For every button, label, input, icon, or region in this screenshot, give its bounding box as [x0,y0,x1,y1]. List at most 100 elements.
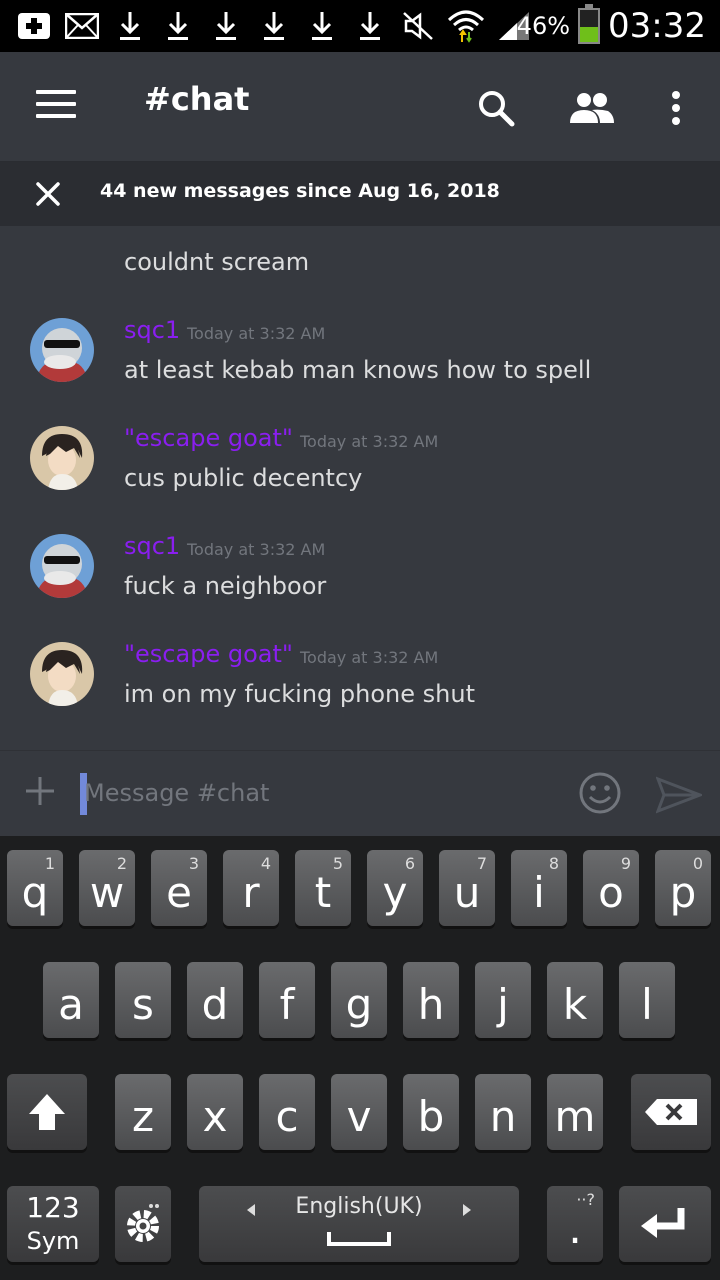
key-f[interactable]: f [259,962,315,1038]
avatar[interactable] [30,318,94,382]
settings-key[interactable] [115,1186,171,1262]
key-label: s [132,979,154,1029]
avatar[interactable] [30,534,94,598]
key-j[interactable]: j [475,962,531,1038]
key-label: g [345,979,373,1029]
message-text: fuck a neighboor [124,572,327,600]
key-h[interactable]: h [403,962,459,1038]
key-p[interactable]: 0p [655,850,711,926]
key-o[interactable]: 9o [583,850,639,926]
key-l[interactable]: l [619,962,675,1038]
key-z[interactable]: z [115,1074,171,1150]
key-label: . [568,1203,582,1253]
key-q[interactable]: 1q [7,850,63,926]
key-y[interactable]: 6y [367,850,423,926]
message[interactable]: sqc1 Today at 3:32 AM fuck a neighboor [0,532,720,634]
author-name[interactable]: sqc1 [124,532,180,560]
key-label: q [21,867,49,917]
key-label: z [131,1091,155,1141]
key-label: e [166,867,192,917]
key-hint: 1 [44,854,55,873]
author-name[interactable]: "escape goat" [124,640,293,668]
key-i[interactable]: 8i [511,850,567,926]
message[interactable]: "escape goat" Today at 3:32 AM cus publi… [0,424,720,526]
menu-icon[interactable] [36,90,76,122]
key-n[interactable]: n [475,1074,531,1150]
key-x[interactable]: x [187,1074,243,1150]
key-k[interactable]: k [547,962,603,1038]
key-label: h [417,979,445,1029]
key-label: y [382,867,408,917]
download-icon [346,6,394,46]
message[interactable]: sqc1 Today at 3:32 AM at least kebab man… [0,316,720,418]
key-hint: 8 [548,854,559,873]
key-label: d [201,979,229,1029]
download-icon [250,6,298,46]
enter-icon [641,1208,685,1238]
key-hint: 2 [116,854,127,873]
message-composer [0,750,720,836]
symbols-key[interactable]: 123 Sym [7,1186,99,1262]
add-attachment-icon[interactable] [24,775,56,807]
status-right: 46% 03:32 [517,0,706,52]
key-label: r [242,867,260,917]
key-label: n [489,1091,517,1141]
key-t[interactable]: 5t [295,850,351,926]
enter-key[interactable] [619,1186,711,1262]
mute-icon [394,6,442,46]
key-e[interactable]: 3e [151,850,207,926]
key-hint: 0 [692,854,703,873]
key-g[interactable]: g [331,962,387,1038]
gear-icon [127,1204,159,1242]
key-w[interactable]: 2w [79,850,135,926]
chevron-right-icon [463,1204,471,1216]
key-s[interactable]: s [115,962,171,1038]
shift-icon [29,1094,65,1130]
key-m[interactable]: m [547,1074,603,1150]
timestamp: Today at 3:32 AM [187,324,326,343]
channel-header: #chat [0,52,720,162]
key-label: x [202,1091,228,1141]
message-text: im on my fucking phone shut [124,680,475,708]
key-r[interactable]: 4r [223,850,279,926]
backspace-key[interactable] [631,1074,711,1150]
new-messages-banner[interactable]: 44 new messages since Aug 16, 2018 [0,162,720,226]
message-text: cus public decentcy [124,464,363,492]
key-d[interactable]: d [187,962,243,1038]
key-a[interactable]: a [43,962,99,1038]
period-key[interactable]: ··? . [547,1186,603,1262]
key-u[interactable]: 7u [439,850,495,926]
avatar[interactable] [30,642,94,706]
shift-key[interactable] [7,1074,87,1150]
battery-icon [578,4,601,44]
key-label: f [279,979,295,1029]
channel-title: #chat [144,80,250,118]
avatar[interactable] [30,426,94,490]
timestamp: Today at 3:32 AM [300,648,439,667]
key-c[interactable]: c [259,1074,315,1150]
search-icon[interactable] [470,82,522,134]
symbols-label: 123 Sym [26,1191,79,1257]
timestamp: Today at 3:32 AM [300,432,439,451]
space-key[interactable]: English(UK) [199,1186,519,1262]
message-list[interactable]: couldnt scream sqc1 Today at 3:32 AM at … [0,226,720,750]
send-icon[interactable] [655,775,705,815]
key-b[interactable]: b [403,1074,459,1150]
author-name[interactable]: "escape goat" [124,424,293,452]
download-icon [298,6,346,46]
author-name[interactable]: sqc1 [124,316,180,344]
soft-keyboard: 1q 2w 3e 4r 5t 6y 7u 8i 9o 0p a s d f g … [0,836,720,1280]
battery-percent: 46% [516,12,571,40]
message-input[interactable] [84,771,554,815]
close-icon[interactable] [30,176,66,212]
mail-icon [58,6,106,46]
key-hint: 3 [188,854,199,873]
members-icon[interactable] [566,82,618,134]
key-v[interactable]: v [331,1074,387,1150]
message[interactable]: "escape goat" Today at 3:32 AM im on my … [0,640,720,742]
emoji-icon[interactable] [578,771,622,815]
more-icon[interactable] [650,82,702,134]
key-label: v [346,1091,372,1141]
key-label: o [598,867,624,917]
key-hint: ··? [576,1190,595,1209]
